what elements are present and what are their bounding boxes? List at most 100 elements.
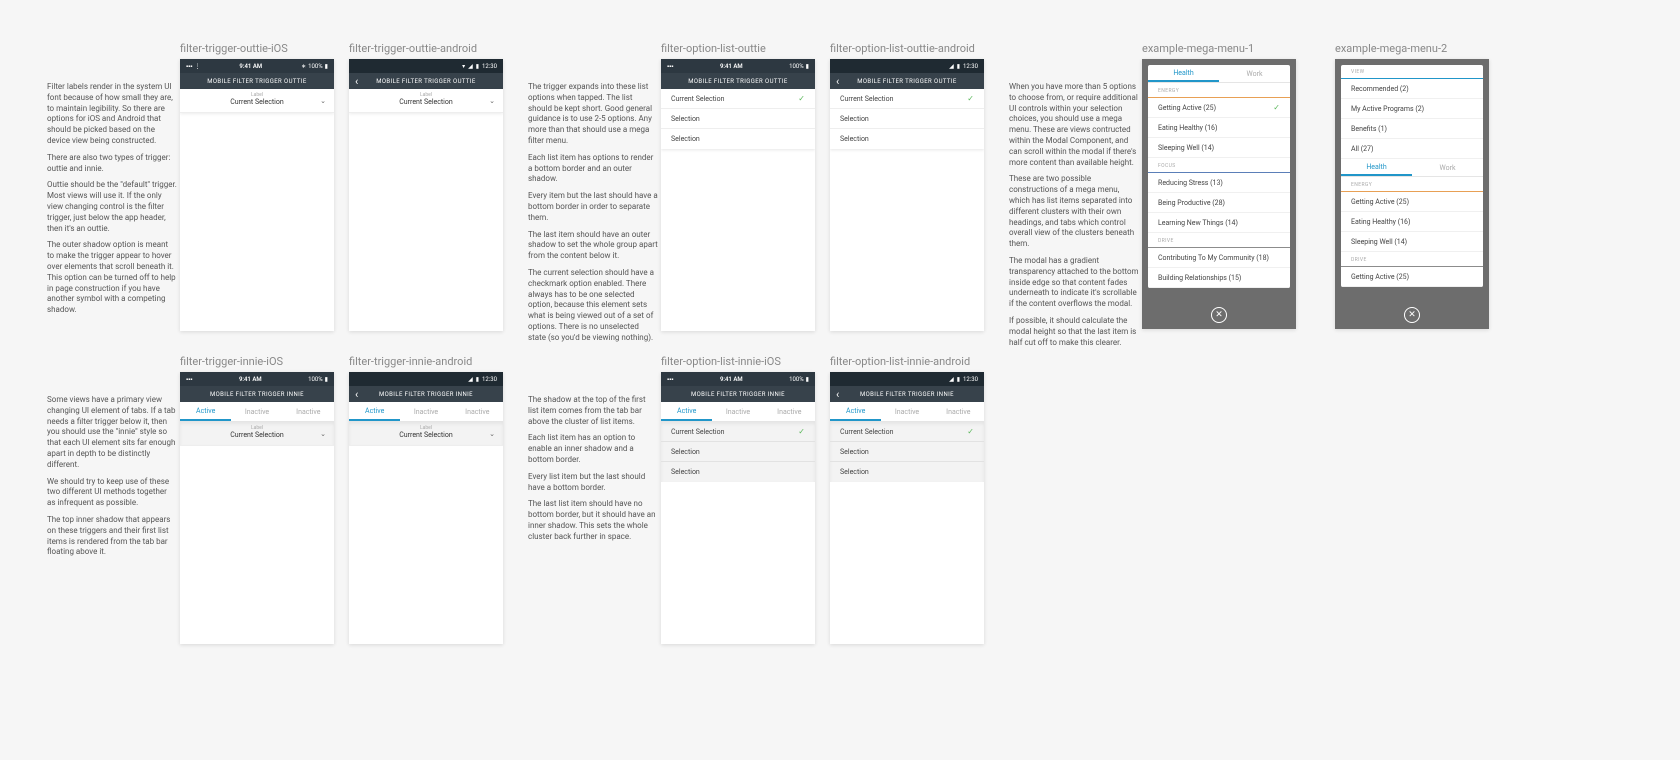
tab[interactable]: Inactive [452,402,503,421]
list-item[interactable]: Selection [661,442,815,462]
android-status-bar: ◢▮12:30 [830,59,984,73]
filter-trigger[interactable]: LabelCurrent Selection ⌄ [349,422,503,446]
option-list: Current Selection✓SelectionSelection [830,422,984,482]
tab[interactable]: Health [1341,159,1412,176]
mega-modal: HealthWorkENERGYGetting Active (25)✓Eati… [1148,65,1290,288]
close-icon[interactable]: ✕ [1404,307,1420,323]
option-list: Current Selection✓SelectionSelection [661,422,815,482]
mega-item[interactable]: Building Relationships (15) [1148,268,1290,288]
list-item[interactable]: Selection [830,442,984,462]
battery-icon: ▮ [325,63,328,70]
ios-status-bar: ▪▪▪ 9:41 AM 100%▮ [180,372,334,386]
tab[interactable]: Active [830,402,881,421]
bluetooth-icon: ∗ [301,63,306,70]
tab[interactable]: Active [661,402,712,421]
tab[interactable]: Active [180,402,231,421]
section-heading: FOCUS [1148,158,1290,173]
app-header: ‹MOBILE FILTER TRIGGER OUTTIE [830,73,984,89]
app-header: MOBILE FILTER TRIGGER INNIE [661,386,815,402]
android-status-bar: ▾◢▮12:30 [349,59,503,73]
tab[interactable]: Inactive [231,402,282,421]
list-item[interactable]: Current Selection✓ [830,89,984,109]
signal-icon: ◢ [949,376,954,383]
frame-label: filter-trigger-outtie-android [349,42,477,55]
filter-trigger[interactable]: LabelCurrent Selection ⌄ [180,89,334,113]
frame-label: filter-option-list-innie-iOS [661,355,781,368]
frame-label: filter-option-list-innie-android [830,355,970,368]
signal-icon: ▪▪▪ [667,63,673,70]
mega-item[interactable]: Being Productive (28) [1148,193,1290,213]
wifi-icon: ▾ [462,63,465,70]
mega-item[interactable]: All (27) [1341,139,1483,159]
back-icon[interactable]: ‹ [355,75,359,88]
ios-status-bar: ▪▪▪ 9:41 AM 100%▮ [661,59,815,73]
tab-bar: ActiveInactiveInactive [349,402,503,422]
mega-item[interactable]: Getting Active (25) [1341,267,1483,287]
tab[interactable]: Inactive [764,402,815,421]
tab[interactable]: Inactive [712,402,763,421]
list-item[interactable]: Current Selection✓ [661,89,815,109]
chevron-icon: ⌄ [320,97,326,105]
check-icon: ✓ [798,94,805,103]
back-icon[interactable]: ‹ [836,388,840,401]
tab[interactable]: Inactive [933,402,984,421]
app-header: MOBILE FILTER TRIGGER INNIE [180,386,334,402]
mega-item[interactable]: Reducing Stress (13) [1148,173,1290,193]
battery-icon: ▮ [957,376,960,383]
tab-bar: ActiveInactiveInactive [830,402,984,422]
list-item[interactable]: Selection [661,462,815,482]
tab[interactable]: Inactive [400,402,451,421]
tab[interactable]: Health [1148,65,1219,82]
filter-trigger[interactable]: LabelCurrent Selection ⌄ [180,422,334,446]
mega-item[interactable]: Contributing To My Community (18) [1148,248,1290,268]
section-heading: ENERGY [1341,177,1483,192]
mega-item[interactable]: Eating Healthy (16) [1341,212,1483,232]
tab[interactable]: Inactive [283,402,334,421]
battery-icon: ▮ [806,376,809,383]
note-mega-menu: When you have more than 5 options to cho… [1009,82,1139,354]
mega-item[interactable]: My Active Programs (2) [1341,99,1483,119]
list-item[interactable]: Selection [661,129,815,149]
frame-filter-trigger-outtie-ios: ▪▪▪⋮ 9:41 AM ∗100%▮ MOBILE FILTER TRIGGE… [180,59,334,331]
app-header: MOBILE FILTER TRIGGER OUTTIE [661,73,815,89]
signal-icon: ◢ [949,63,954,70]
mega-item[interactable]: Recommended (2) [1341,79,1483,99]
back-icon[interactable]: ‹ [355,388,359,401]
mega-item[interactable]: Getting Active (25)✓ [1148,98,1290,118]
signal-icon: ▪▪▪ [186,376,192,383]
ios-status-bar: ▪▪▪ 9:41 AM 100%▮ [661,372,815,386]
list-item[interactable]: Selection [830,129,984,149]
app-header: ‹MOBILE FILTER TRIGGER INNIE [349,386,503,402]
battery-icon: ▮ [806,63,809,70]
tab[interactable]: Work [1412,159,1483,176]
frame-filter-option-list-innie-android: ◢▮12:30 ‹MOBILE FILTER TRIGGER INNIE Act… [830,372,984,644]
frame-label: example-mega-menu-1 [1142,42,1296,55]
option-list: Current Selection✓SelectionSelection [830,89,984,149]
list-item[interactable]: Selection [830,462,984,482]
section-heading: DRIVE [1341,252,1483,267]
frame-filter-trigger-innie-ios: ▪▪▪ 9:41 AM 100%▮ MOBILE FILTER TRIGGER … [180,372,334,644]
ios-status-bar: ▪▪▪⋮ 9:41 AM ∗100%▮ [180,59,334,73]
chevron-icon: ⌄ [489,97,495,105]
mega-item[interactable]: Learning New Things (14) [1148,213,1290,233]
frame-filter-trigger-innie-android: ◢▮12:30 ‹MOBILE FILTER TRIGGER INNIE Act… [349,372,503,644]
mega-item[interactable]: Eating Healthy (16) [1148,118,1290,138]
tab[interactable]: Active [349,402,400,421]
tab[interactable]: Work [1219,65,1290,82]
list-item[interactable]: Selection [661,109,815,129]
filter-trigger[interactable]: LabelCurrent Selection ⌄ [349,89,503,113]
frame-mega-menu-2: VIEWRecommended (2)My Active Programs (2… [1335,59,1489,329]
list-item[interactable]: Current Selection✓ [661,422,815,442]
list-item[interactable]: Selection [830,109,984,129]
section-heading: VIEW [1341,65,1483,79]
close-icon[interactable]: ✕ [1211,307,1227,323]
tab[interactable]: Inactive [881,402,932,421]
option-list: Current Selection✓SelectionSelection [661,89,815,149]
list-item[interactable]: Current Selection✓ [830,422,984,442]
back-icon[interactable]: ‹ [836,75,840,88]
mega-item[interactable]: Getting Active (25) [1341,192,1483,212]
tab-bar: ActiveInactiveInactive [661,402,815,422]
mega-item[interactable]: Sleeping Well (14) [1341,232,1483,252]
mega-item[interactable]: Benefits (1) [1341,119,1483,139]
mega-item[interactable]: Sleeping Well (14) [1148,138,1290,158]
